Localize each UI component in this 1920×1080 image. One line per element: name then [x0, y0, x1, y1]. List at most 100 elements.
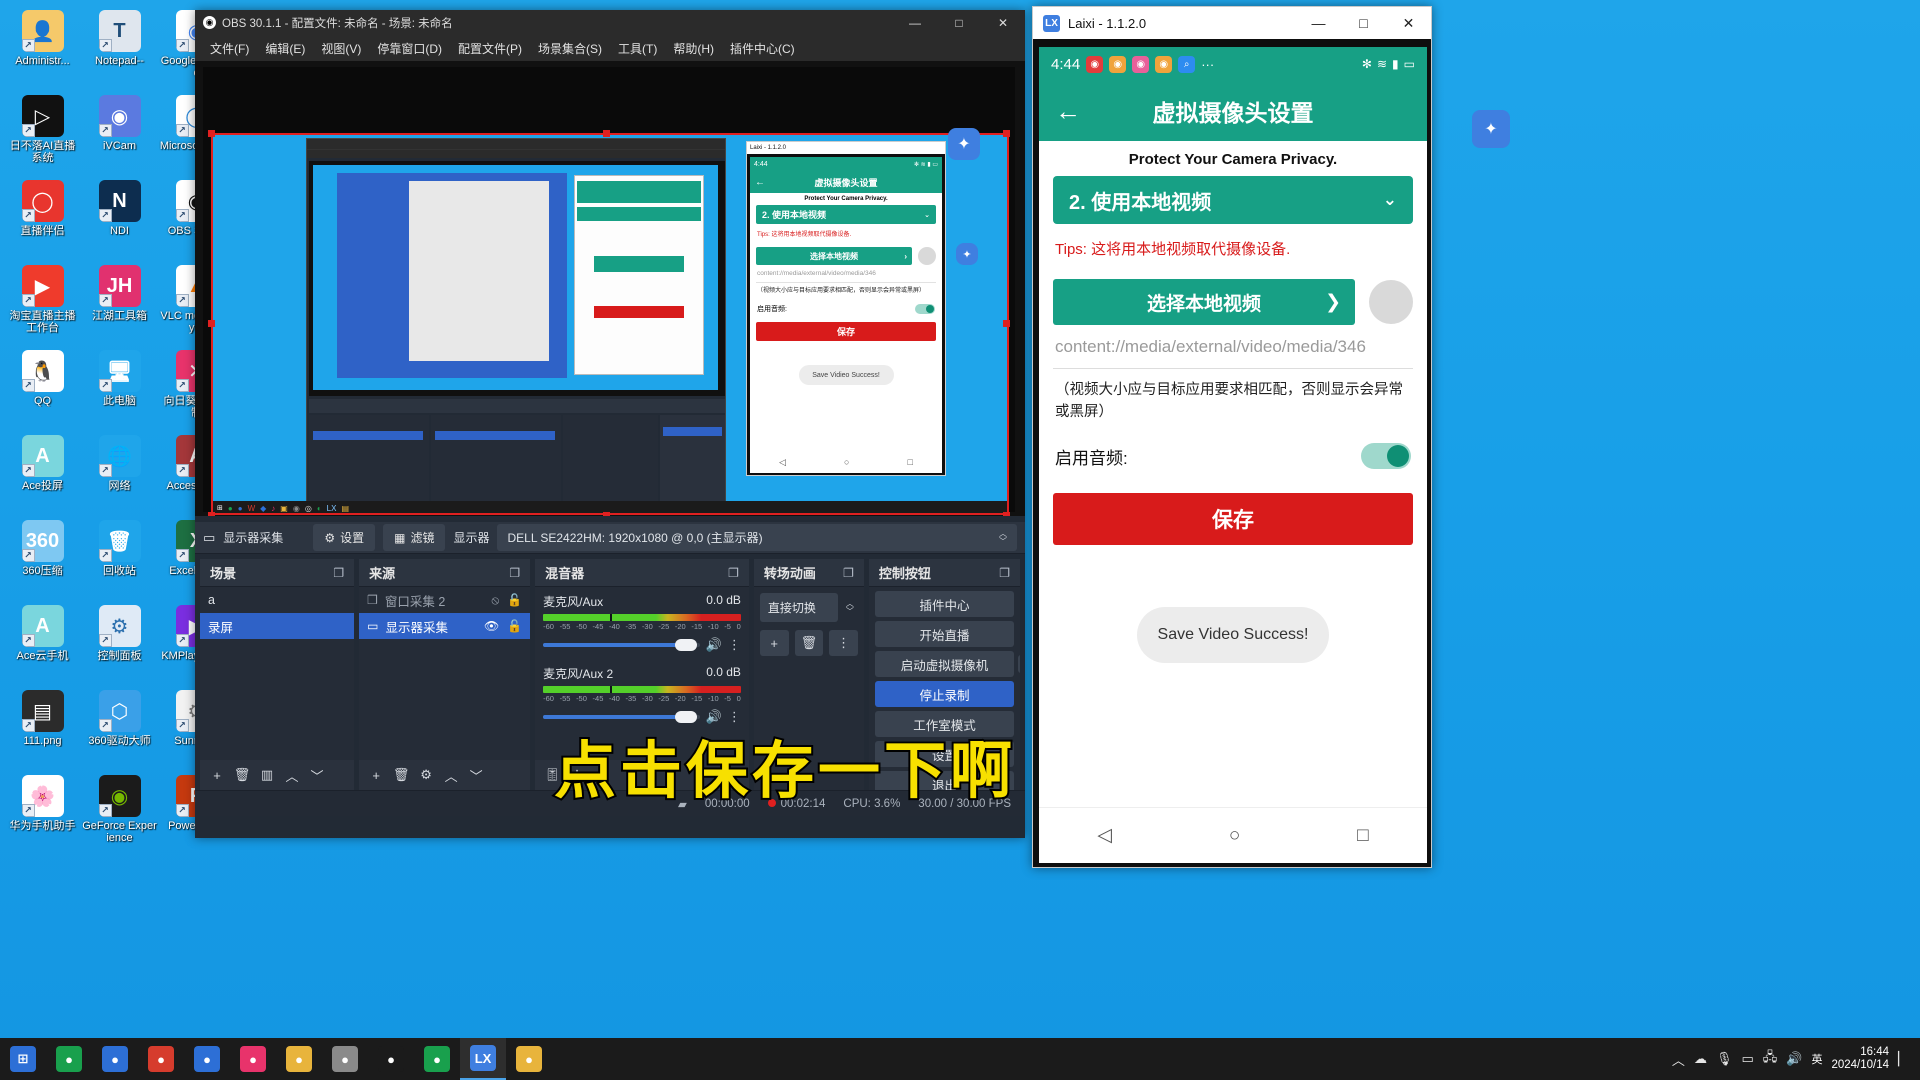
volume-icon[interactable]: 🔊: [1786, 1051, 1802, 1067]
onedrive-icon[interactable]: ☁: [1694, 1051, 1707, 1067]
desktop-icon-qq-icon[interactable]: 🐧 ↗ QQ: [4, 346, 81, 431]
desktop-icon-ndi-icon[interactable]: N ↗ NDI: [81, 176, 158, 261]
desktop-icon-geforce-icon[interactable]: ◉ ↗ GeForce Experience: [81, 771, 158, 856]
desktop-icon-this-pc-icon[interactable]: 🖥 ↗ 此电脑: [81, 346, 158, 431]
laixi-close-button[interactable]: ✕: [1386, 7, 1431, 39]
control-button-开始直播[interactable]: 开始直播: [874, 621, 1015, 647]
selection-handle-mr[interactable]: [1003, 320, 1010, 327]
selection-handle-ml[interactable]: [208, 320, 215, 327]
obs-menu-bar[interactable]: 文件(F) 编辑(E) 视图(V) 停靠窗口(D) 配置文件(P) 场景集合(S) 工具(T…: [195, 35, 1025, 61]
laixi-title-bar[interactable]: LX Laixi - 1.1.2.0 — □ ✕: [1033, 7, 1431, 39]
ime-indicator[interactable]: 英: [1811, 1051, 1822, 1067]
mic-icon[interactable]: 🎙: [1716, 1051, 1733, 1067]
virtual-camera-settings-gear-icon[interactable]: ⚙: [1018, 655, 1021, 673]
laixi-window[interactable]: LX Laixi - 1.1.2.0 — □ ✕ 4:44 ◉ ◉ ◉ ◉ ⌕ …: [1032, 6, 1432, 868]
battery-icon[interactable]: ▭: [1741, 1051, 1753, 1067]
selection-handle-tc[interactable]: [603, 130, 610, 137]
obs-studio-window[interactable]: ◉ OBS 30.1.1 - 配置文件: 未命名 - 场景: 未命名 — □ ✕…: [195, 10, 1025, 838]
selection-handle-bl[interactable]: [208, 512, 215, 516]
scene-item[interactable]: a: [200, 587, 354, 613]
desktop-icon-network-icon[interactable]: 🌐 ↗ 网络: [81, 431, 158, 516]
source-item[interactable]: ▭ 显示器采集 👁 🔓: [359, 613, 531, 639]
display-select[interactable]: DELL SE2422HM: 1920x1080 @ 0,0 (主显示器) ︿ ﹀: [497, 524, 1017, 551]
remove-source-button[interactable]: 🗑: [390, 764, 412, 786]
show-desktop-button[interactable]: ▏: [1898, 1051, 1908, 1067]
desktop-icon-control-panel-icon[interactable]: ⚙ ↗ 控制面板: [81, 601, 158, 686]
current-transition-select[interactable]: 直接切换: [759, 593, 838, 622]
windows-start-button[interactable]: ⊞: [0, 1038, 46, 1080]
laixi-taskbar-icon[interactable]: LX: [460, 1038, 506, 1080]
source-filters-button[interactable]: ▦ 滤镜: [383, 524, 446, 551]
obs-menu-item-3[interactable]: 停靠窗口(D): [370, 37, 449, 60]
desktop-icon-ai-live-icon[interactable]: ▷ ↗ 日不落AI直播系统: [4, 91, 81, 176]
volume-track[interactable]: [543, 711, 700, 723]
transitions-buttons[interactable]: + 🗑 ⋮: [754, 622, 864, 656]
remove-scene-button[interactable]: 🗑: [231, 764, 253, 786]
laixi-maximize-button[interactable]: □: [1341, 7, 1386, 39]
obs-title-bar[interactable]: ◉ OBS 30.1.1 - 配置文件: 未命名 - 场景: 未命名 — □ ✕: [195, 10, 1025, 35]
floating-app-bubble-right[interactable]: ✦: [1472, 110, 1510, 148]
huawei-taskbar-icon[interactable]: ●: [184, 1038, 230, 1080]
explorer-taskbar-icon[interactable]: ●: [506, 1038, 552, 1080]
obs-source-toolbar[interactable]: ▭ 显示器采集 ⚙ 设置 ▦ 滤镜 显示器 DELL SE2422HM: 192…: [195, 522, 1025, 554]
selection-handle-br[interactable]: [1003, 512, 1010, 516]
folder-taskbar-icon[interactable]: ●: [276, 1038, 322, 1080]
app-taskbar-icon[interactable]: ●: [322, 1038, 368, 1080]
back-arrow-icon[interactable]: ←: [1055, 96, 1095, 127]
save-button[interactable]: 保存: [1053, 493, 1413, 545]
preview-selection-frame[interactable]: [211, 133, 1009, 515]
desktop-icon-ivcam-icon[interactable]: ◉ ↗ iVCam: [81, 91, 158, 176]
popout-icon[interactable]: ❐: [843, 566, 854, 580]
obs-preview-canvas[interactable]: Laixi - 1.1.2.0 4:44 ✻ ≋ ▮ ▭ ← 虚拟摄像头设置 P…: [195, 61, 1025, 516]
mute-icon[interactable]: 🔊: [706, 637, 722, 653]
obs-maximize-button[interactable]: □: [937, 10, 981, 35]
douyin-taskbar-icon[interactable]: ●: [230, 1038, 276, 1080]
transition-stepper[interactable]: ︿ ﹀: [842, 599, 858, 616]
chevron-up-icon[interactable]: ︿: [1672, 1050, 1685, 1069]
popout-icon[interactable]: ❐: [999, 566, 1010, 580]
floating-app-bubble-left[interactable]: ✦: [948, 128, 980, 160]
preview-thumbnail-circle[interactable]: [1369, 280, 1413, 324]
sources-footer-toolbar[interactable]: + 🗑 ⚙ ︿ ﹀: [359, 760, 531, 790]
move-source-up-button[interactable]: ︿: [440, 764, 462, 786]
desktop-icon-ace-cloud-phone-icon[interactable]: A ↗ Ace云手机: [4, 601, 81, 686]
move-source-down-button[interactable]: ﹀: [465, 764, 487, 786]
desktop-icon-notepad-icon[interactable]: T ↗ Notepad--: [81, 6, 158, 91]
desktop-icon-jianghu-toolbox-icon[interactable]: JH ↗ 江湖工具箱: [81, 261, 158, 346]
scenes-footer-toolbar[interactable]: + 🗑 ▥ ︿ ﹀: [200, 760, 355, 790]
phone-navigation-bar[interactable]: ◁ ○ □: [1039, 807, 1427, 863]
desktop-icon-taobao-live-icon[interactable]: ▶ ↗ 淘宝直播主播工作台: [4, 261, 81, 346]
popout-icon[interactable]: ❐: [333, 566, 344, 580]
obs-menu-item-8[interactable]: 插件中心(C): [723, 37, 802, 60]
popout-icon[interactable]: ❐: [728, 566, 739, 580]
scene-list[interactable]: a 录屏: [200, 587, 355, 760]
edge-taskbar-icon[interactable]: ●: [46, 1038, 92, 1080]
source-list[interactable]: ❒ 窗口采集 2 ⦸ 🔓 ▭ 显示器采集 👁 🔓: [359, 587, 531, 760]
system-tray[interactable]: ︿ ☁ 🎙 ▭ 🖧 🔊 英 16:44 2024/10/14 ▏: [1672, 1046, 1920, 1072]
network-icon[interactable]: 🖧: [1763, 1048, 1778, 1070]
laixi-minimize-button[interactable]: —: [1296, 7, 1341, 39]
source-item[interactable]: ❒ 窗口采集 2 ⦸ 🔓: [359, 587, 530, 613]
mixer-channel[interactable]: 麦克风/Aux 0.0 dB -60 -55 -50 -45 -40 -35 -30 -25 -20…: [535, 587, 749, 659]
transition-properties-button[interactable]: ⋮: [829, 630, 858, 656]
add-scene-button[interactable]: +: [206, 764, 228, 786]
obs-menu-item-0[interactable]: 文件(F): [203, 37, 256, 60]
source-visibility-toggle[interactable]: ⦸: [491, 593, 499, 608]
obs-menu-item-5[interactable]: 场景集合(S): [531, 37, 609, 60]
control-button-插件中心[interactable]: 插件中心: [874, 591, 1015, 617]
selection-handle-tl[interactable]: [208, 130, 215, 137]
selection-handle-bc[interactable]: [603, 512, 610, 516]
wechat-taskbar-icon[interactable]: ●: [414, 1038, 460, 1080]
back-triangle-icon[interactable]: ◁: [1097, 824, 1112, 847]
add-source-button[interactable]: +: [365, 764, 387, 786]
mixer-more-icon[interactable]: ⋮: [728, 637, 741, 653]
desktop-icon-recycle-bin-icon[interactable]: 🗑 ↗ 回收站: [81, 516, 158, 601]
obs-close-button[interactable]: ✕: [981, 10, 1025, 35]
scene-item[interactable]: 录屏: [200, 613, 355, 639]
obs-menu-item-1[interactable]: 编辑(E): [258, 37, 312, 60]
obs-minimize-button[interactable]: —: [893, 10, 937, 35]
source-settings-button[interactable]: ⚙: [415, 764, 437, 786]
select-local-video-button[interactable]: 选择本地视频 ❯: [1053, 279, 1355, 325]
phone-mirror-view[interactable]: 4:44 ◉ ◉ ◉ ◉ ⌕ ··· ✻ ≋ ▮ ▭ ← 虚拟摄像头设置 Pro: [1039, 47, 1427, 863]
obs-menu-item-7[interactable]: 帮助(H): [666, 37, 721, 60]
